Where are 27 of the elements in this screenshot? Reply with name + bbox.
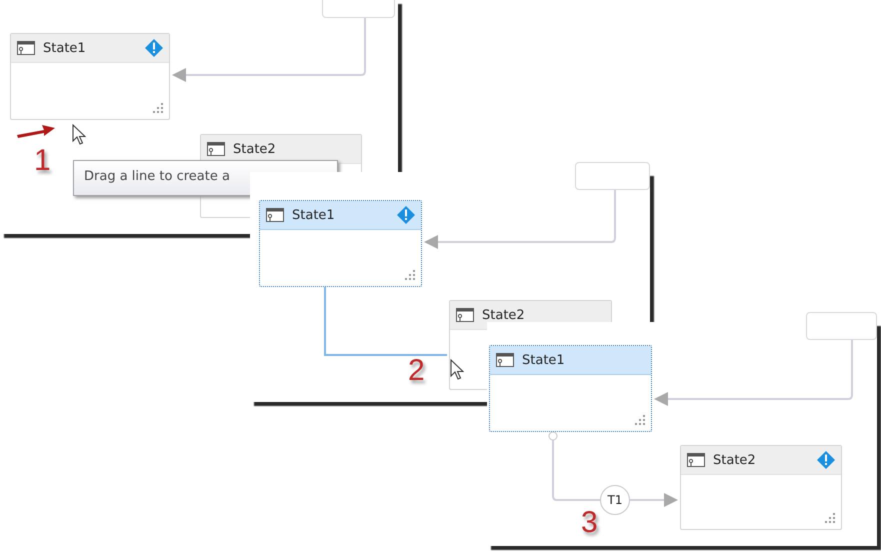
resize-grip-icon[interactable]	[825, 513, 835, 523]
state-icon	[456, 308, 474, 322]
state-icon	[266, 208, 284, 222]
state-icon	[207, 142, 225, 156]
state-icon	[17, 41, 35, 55]
state-node[interactable]: State1	[10, 33, 170, 120]
resize-grip-icon[interactable]	[635, 415, 645, 425]
state-name: State2	[713, 452, 757, 468]
state-name: State1	[292, 208, 336, 222]
state-node[interactable]: State2	[680, 445, 842, 530]
resize-grip-icon[interactable]	[405, 270, 415, 280]
state-name: State1	[43, 40, 87, 56]
start-node[interactable]	[806, 312, 877, 340]
state-name: State2	[233, 142, 277, 156]
state-name: State2	[482, 308, 526, 322]
state-name: State1	[522, 352, 566, 368]
state-icon	[687, 453, 705, 467]
step-number: 3	[581, 508, 598, 538]
step-number: 1	[34, 146, 51, 176]
step-number: 2	[408, 356, 425, 386]
state-icon	[496, 353, 514, 367]
state-node[interactable]: State1	[259, 200, 422, 287]
mouse-cursor-icon	[72, 124, 86, 145]
state-node[interactable]: State1	[489, 345, 652, 432]
start-node[interactable]	[575, 162, 650, 190]
transition-label[interactable]: T1	[600, 485, 630, 515]
resize-grip-icon[interactable]	[153, 103, 163, 113]
